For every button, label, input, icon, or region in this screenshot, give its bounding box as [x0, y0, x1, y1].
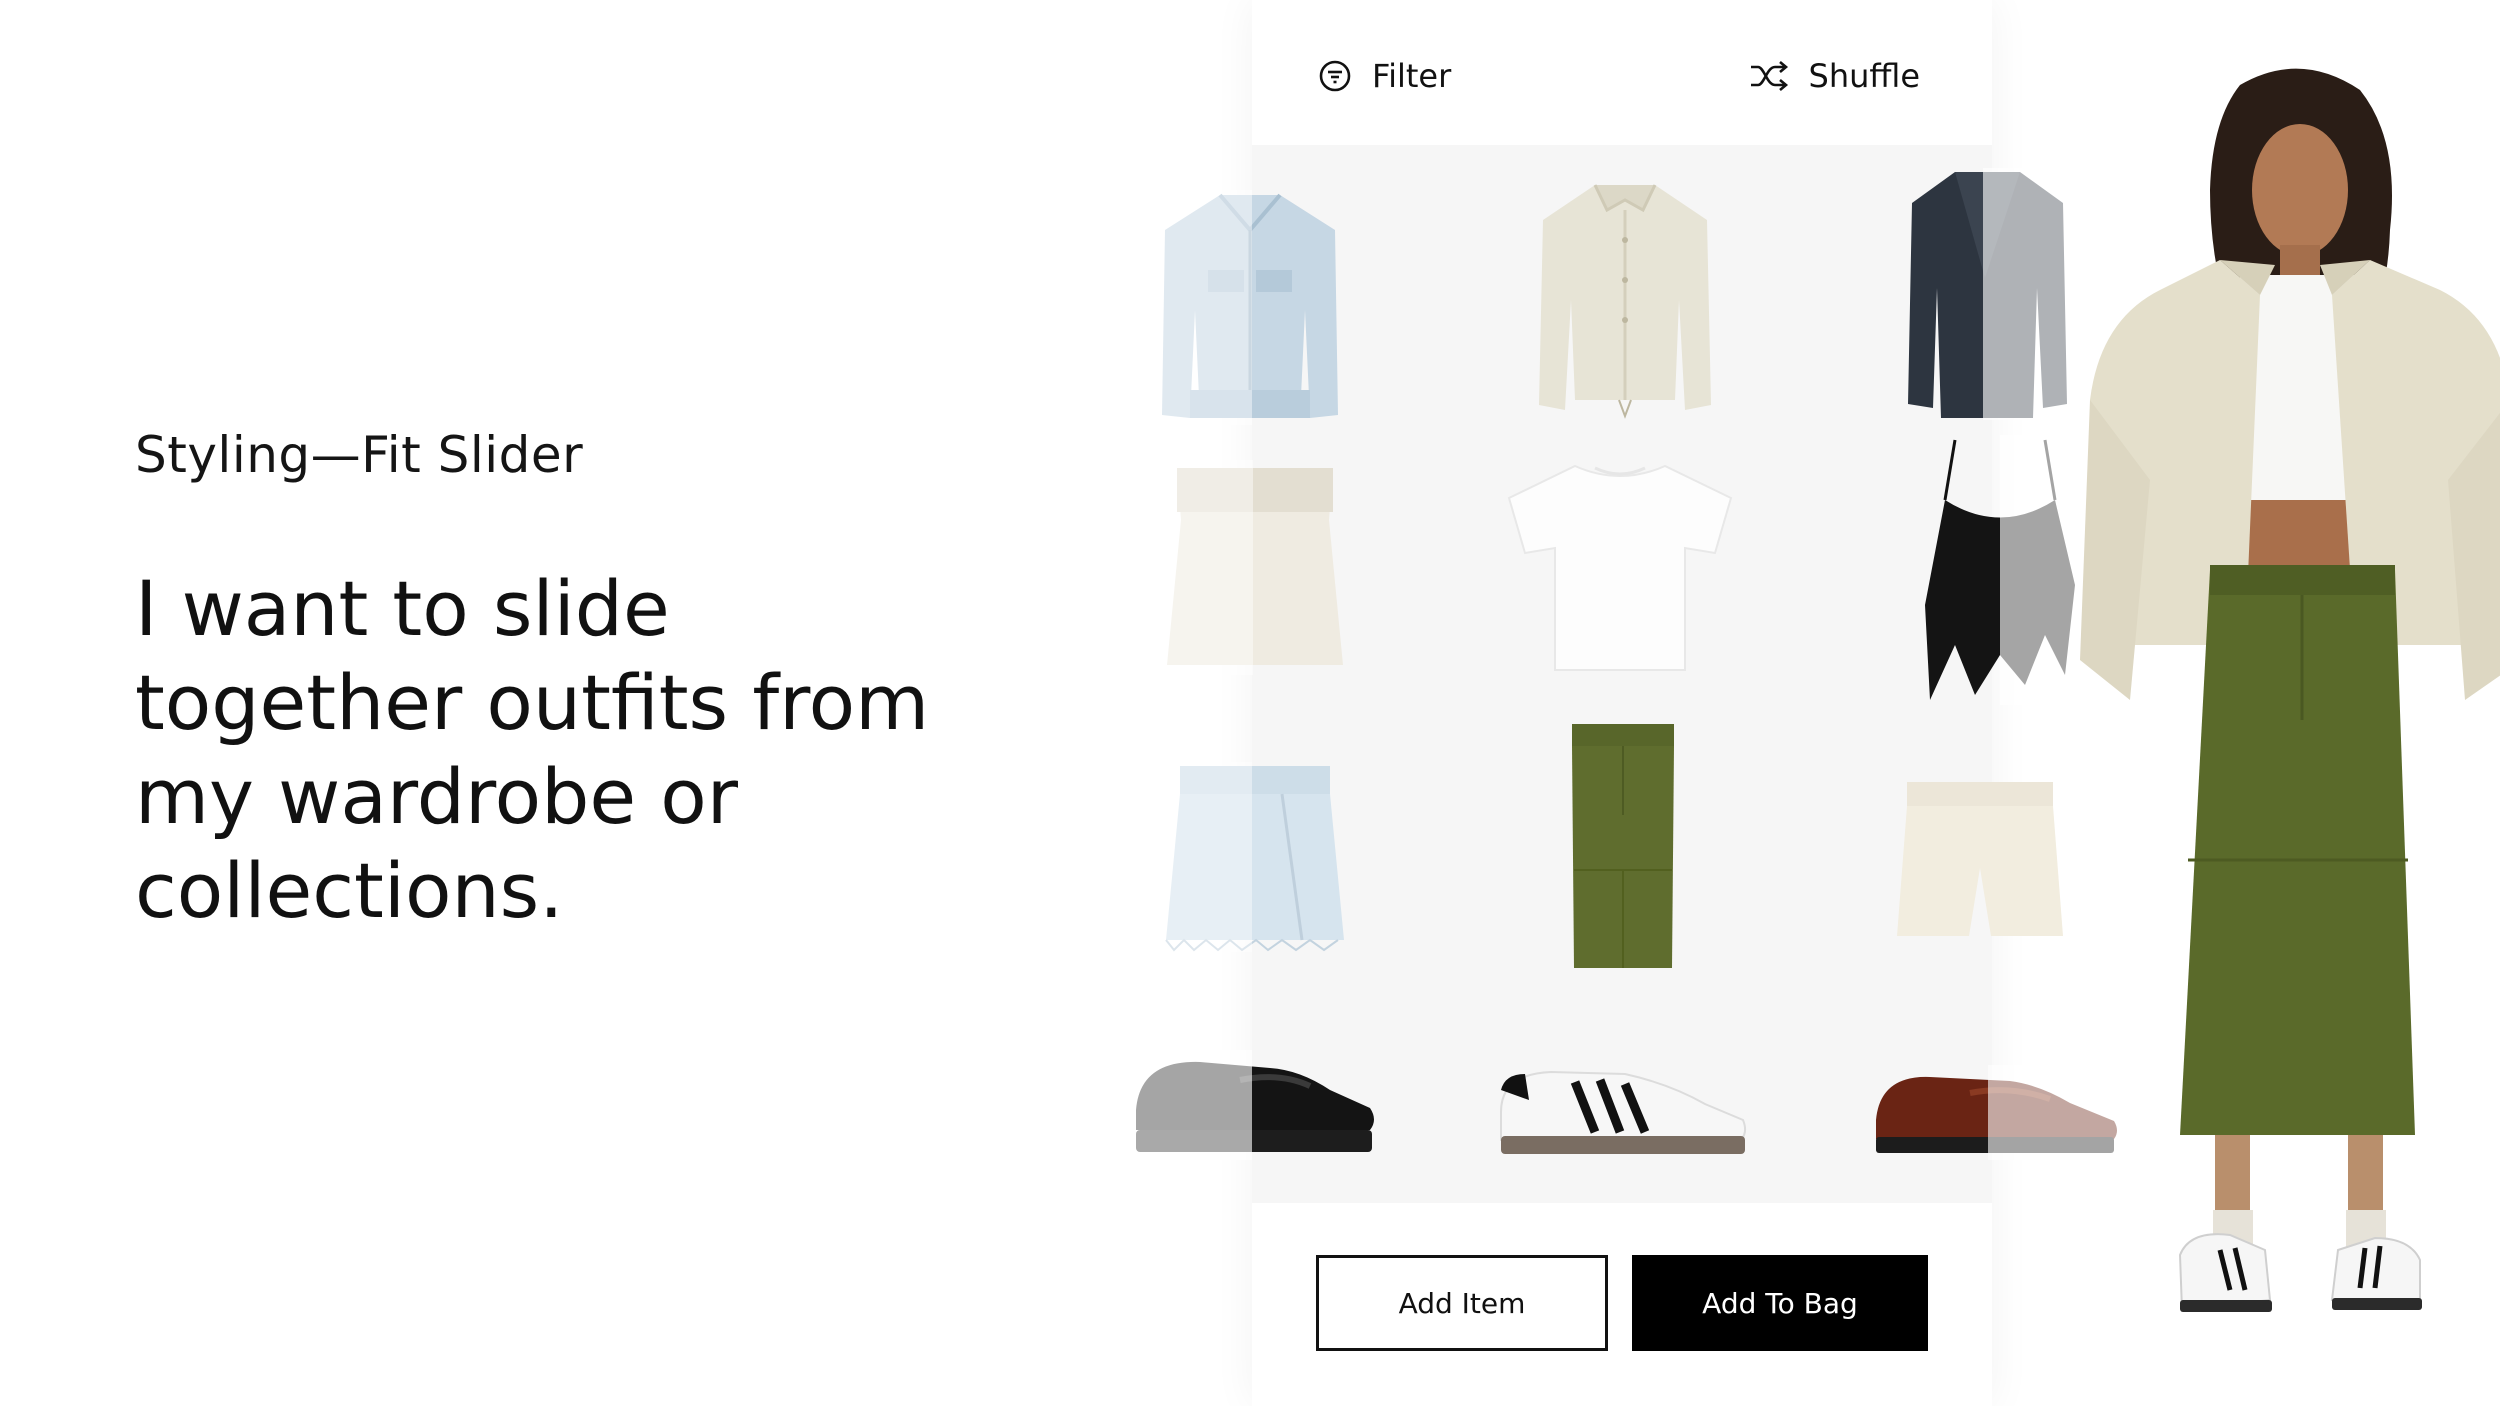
- headline-line: my wardrobe or: [135, 752, 739, 841]
- shuffle-button[interactable]: Shuffle: [1749, 52, 1921, 100]
- white-crop-tee-image[interactable]: [1505, 458, 1735, 678]
- styled-outfit-model-image: [2080, 68, 2500, 1312]
- headline-line: collections.: [135, 846, 564, 935]
- panel-toolbar: Filter Shuffle: [1252, 0, 1992, 145]
- ivory-tube-top-image[interactable]: [1165, 460, 1345, 675]
- section-eyebrow: Styling—Fit Slider: [135, 426, 584, 484]
- ivory-coach-jacket-image[interactable]: [1535, 180, 1715, 420]
- headline-line: together outfits from: [135, 658, 930, 747]
- black-ruffle-cami-image[interactable]: [1915, 435, 2085, 705]
- filter-icon: [1319, 60, 1351, 92]
- headline-line: I want to slide: [135, 564, 670, 653]
- white-black-stripe-sneaker-image[interactable]: [1495, 1060, 1750, 1160]
- add-to-bag-button[interactable]: Add To Bag: [1632, 1255, 1928, 1351]
- cream-shorts-image[interactable]: [1895, 778, 2065, 943]
- shuffle-icon: [1750, 61, 1788, 91]
- filter-button[interactable]: Filter: [1318, 52, 1451, 100]
- add-item-button[interactable]: Add Item: [1316, 1255, 1608, 1351]
- olive-midi-skirt-image[interactable]: [1568, 720, 1678, 975]
- navy-blazer-image[interactable]: [1905, 168, 2070, 420]
- black-loafer-image[interactable]: [1130, 1050, 1380, 1160]
- denim-jacket-image[interactable]: [1160, 190, 1340, 425]
- filter-label: Filter: [1372, 57, 1452, 95]
- page-headline: I want to slide together outfits from my…: [135, 562, 995, 938]
- shuffle-label: Shuffle: [1808, 57, 1921, 95]
- light-denim-mini-skirt-image[interactable]: [1162, 762, 1347, 952]
